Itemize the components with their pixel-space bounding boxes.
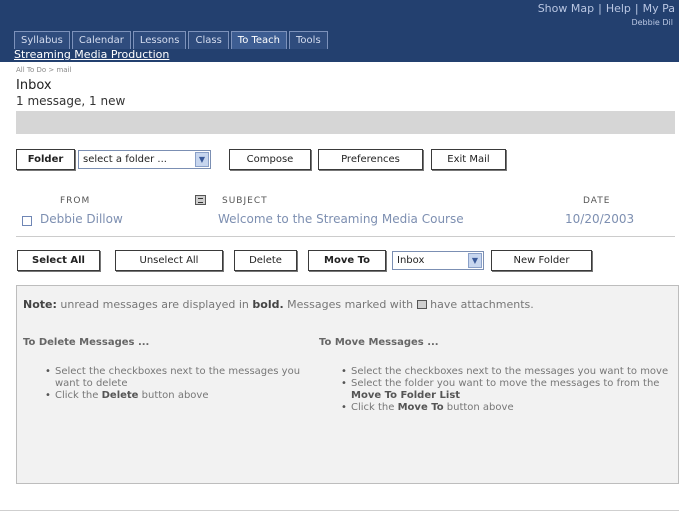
page-title: Inbox xyxy=(16,78,52,93)
column-header-date[interactable]: DATE xyxy=(583,196,610,206)
message-date: 10/20/2003 xyxy=(565,212,635,226)
delete-button[interactable]: Delete xyxy=(234,250,297,271)
preferences-button[interactable]: Preferences xyxy=(318,149,423,170)
folder-select[interactable]: select a folder ... ▼ xyxy=(78,150,211,169)
note-text: Note: unread messages are displayed in b… xyxy=(23,298,534,311)
compose-button[interactable]: Compose xyxy=(229,149,311,170)
chevron-down-icon[interactable]: ▼ xyxy=(195,152,209,167)
course-title-link[interactable]: Streaming Media Production xyxy=(14,48,169,61)
move-help-heading: To Move Messages ... xyxy=(319,337,439,348)
delete-help-list: Select the checkboxes next to the messag… xyxy=(43,366,313,402)
move-to-button[interactable]: Move To xyxy=(308,250,386,271)
tab-class[interactable]: Class xyxy=(188,31,229,49)
list-item: Click the Move To button above xyxy=(339,402,675,414)
message-from[interactable]: Debbie Dillow xyxy=(40,212,123,226)
move-help-list: Select the checkboxes next to the messag… xyxy=(339,366,675,414)
list-item: Select the folder you want to move the m… xyxy=(339,378,675,402)
column-header-subject[interactable]: SUBJECT xyxy=(222,196,268,206)
breadcrumb: All To Do > mail xyxy=(16,66,72,74)
new-folder-button[interactable]: New Folder xyxy=(491,250,592,271)
column-header-from[interactable]: FROM xyxy=(60,196,90,206)
top-links: Show Map | Help | My Pa xyxy=(537,2,675,15)
exit-mail-button[interactable]: Exit Mail xyxy=(431,149,506,170)
tab-to-teach[interactable]: To Teach xyxy=(230,31,288,49)
main-tabs: Syllabus Calendar Lessons Class To Teach… xyxy=(14,31,330,49)
tab-lessons[interactable]: Lessons xyxy=(132,31,187,49)
delete-help-heading: To Delete Messages ... xyxy=(23,337,150,348)
list-item: Select the checkboxes next to the messag… xyxy=(43,366,313,390)
message-count: 1 message, 1 new xyxy=(16,94,126,108)
help-note-box: Note: unread messages are displayed in b… xyxy=(16,285,679,484)
divider xyxy=(0,510,679,511)
status-strip xyxy=(16,111,675,134)
list-item: Click the Delete button above xyxy=(43,390,313,402)
message-checkbox[interactable] xyxy=(22,216,32,226)
attachment-icon xyxy=(195,195,206,205)
tab-tools[interactable]: Tools xyxy=(289,31,328,49)
show-map-link[interactable]: Show Map xyxy=(538,2,594,15)
user-name: Debbie Dil xyxy=(631,18,673,27)
divider xyxy=(16,236,675,237)
top-header-bar: Show Map | Help | My Pa Debbie Dil Syllabus … xyxy=(0,0,679,62)
move-folder-select[interactable]: Inbox ▼ xyxy=(392,251,484,270)
chevron-down-icon[interactable]: ▼ xyxy=(468,253,482,268)
tab-syllabus[interactable]: Syllabus xyxy=(14,31,70,49)
message-subject-link[interactable]: Welcome to the Streaming Media Course xyxy=(218,212,464,226)
list-item: Select the checkboxes next to the messag… xyxy=(339,366,675,378)
select-all-button[interactable]: Select All xyxy=(17,250,100,271)
unselect-all-button[interactable]: Unselect All xyxy=(115,250,223,271)
tab-calendar[interactable]: Calendar xyxy=(71,31,131,49)
attachment-icon xyxy=(416,300,427,309)
my-page-link[interactable]: My Pa xyxy=(643,2,675,15)
folder-button[interactable]: Folder xyxy=(16,149,75,170)
help-link[interactable]: Help xyxy=(606,2,631,15)
